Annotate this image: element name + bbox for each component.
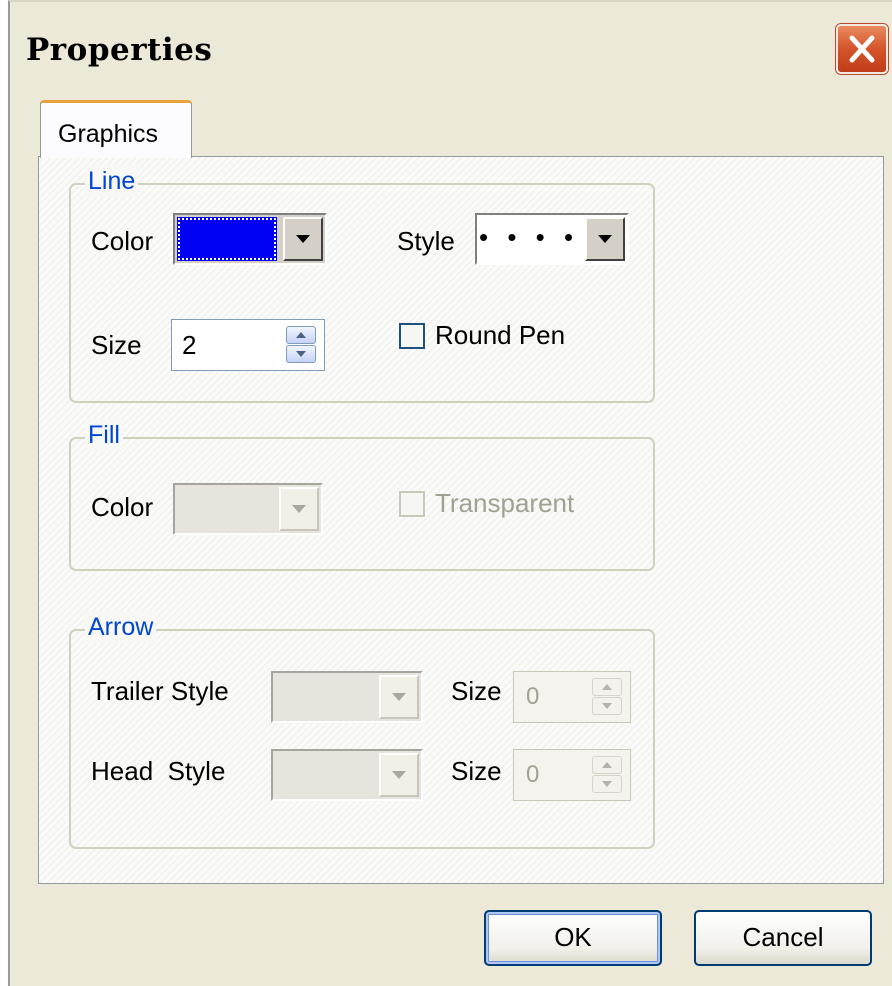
line-group: Line Color Style • • • • Size 2 Round Pe… — [69, 165, 655, 403]
line-group-legend: Line — [85, 165, 139, 197]
head-style-dropdown-button[interactable] — [379, 753, 419, 797]
properties-dialog: Properties Graphics Line Color Style • •… — [8, 0, 892, 986]
transparent-label: Transparent — [435, 488, 575, 518]
head-size-down-button[interactable] — [592, 775, 622, 793]
line-size-spinner[interactable]: 2 — [171, 319, 325, 371]
line-style-label: Style — [397, 226, 455, 256]
line-color-swatch — [177, 217, 277, 261]
close-button[interactable] — [836, 24, 888, 74]
trailer-style-select[interactable] — [271, 671, 423, 723]
title-bar: Properties — [10, 2, 892, 88]
fill-group: Fill Color Transparent — [69, 419, 655, 571]
fill-color-select[interactable] — [173, 483, 323, 535]
chevron-down-icon — [392, 693, 406, 701]
trailer-size-up-button[interactable] — [592, 678, 622, 696]
line-size-down-button[interactable] — [286, 345, 316, 363]
head-size-value: 0 — [526, 761, 540, 788]
tab-graphics-label: Graphics — [58, 120, 159, 148]
chevron-down-icon — [296, 235, 310, 243]
fill-color-label: Color — [91, 492, 154, 522]
round-pen-checkbox[interactable] — [399, 323, 425, 349]
line-style-select[interactable]: • • • • — [475, 213, 629, 265]
line-style-dropdown-button[interactable] — [585, 217, 625, 261]
ok-button[interactable]: OK — [484, 910, 662, 966]
line-size-label: Size — [91, 330, 142, 360]
trailer-size-label: Size — [451, 676, 502, 706]
spin-up-icon — [602, 762, 612, 768]
head-size-spinner[interactable]: 0 — [513, 749, 631, 801]
round-pen-label: Round Pen — [435, 320, 566, 350]
window-title: Properties — [26, 32, 213, 68]
head-size-up-button[interactable] — [592, 756, 622, 774]
trailer-size-spinner[interactable]: 0 — [513, 671, 631, 723]
line-style-value: • • • • — [479, 222, 580, 252]
line-size-value: 2 — [182, 330, 197, 360]
head-style-label: Head Style — [91, 756, 226, 786]
cancel-button[interactable]: Cancel — [694, 910, 872, 966]
trailer-style-label: Trailer Style — [91, 676, 229, 706]
spin-up-icon — [296, 332, 306, 338]
chevron-down-icon — [392, 771, 406, 779]
spin-down-icon — [602, 781, 612, 787]
spin-down-icon — [296, 351, 306, 357]
chevron-down-icon — [598, 235, 612, 243]
spin-up-icon — [602, 684, 612, 690]
head-size-label: Size — [451, 756, 502, 786]
transparent-checkbox[interactable] — [399, 491, 425, 517]
fill-group-legend: Fill — [85, 419, 123, 451]
arrow-group-legend: Arrow — [85, 611, 157, 643]
head-style-select[interactable] — [271, 749, 423, 801]
line-color-select[interactable] — [173, 213, 327, 265]
line-color-label: Color — [91, 226, 154, 256]
tab-panel-graphics: Line Color Style • • • • Size 2 Round Pe… — [38, 156, 884, 884]
trailer-size-down-button[interactable] — [592, 697, 622, 715]
close-icon — [849, 35, 875, 63]
fill-color-dropdown-button[interactable] — [279, 487, 319, 531]
tab-graphics[interactable]: Graphics — [40, 100, 192, 158]
trailer-size-value: 0 — [526, 683, 540, 710]
line-color-dropdown-button[interactable] — [283, 217, 323, 261]
spin-down-icon — [602, 703, 612, 709]
arrow-group: Arrow Trailer Style Size 0 Head Style Si… — [69, 611, 655, 849]
chevron-down-icon — [292, 505, 306, 513]
line-size-up-button[interactable] — [286, 326, 316, 344]
trailer-style-dropdown-button[interactable] — [379, 675, 419, 719]
